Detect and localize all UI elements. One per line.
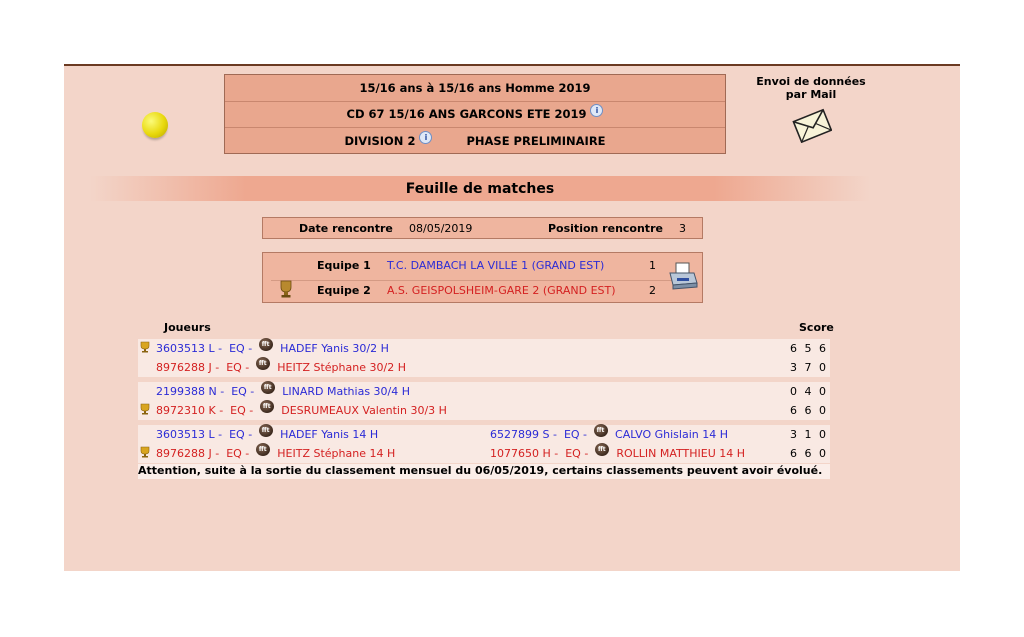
- ranking-warning: Attention, suite à la sortie du classeme…: [138, 464, 830, 479]
- player-eq: EQ -: [226, 447, 250, 460]
- position-label: Position rencontre: [548, 222, 663, 235]
- player-row-team1: 2199388 N - EQ - fft LINARD Mathias 30/4…: [156, 381, 410, 398]
- meeting-info-box: Date rencontre 08/05/2019 Position renco…: [262, 217, 703, 239]
- player-eq: EQ -: [231, 385, 255, 398]
- competition-age-line: 15/16 ans à 15/16 ans Homme 2019: [225, 75, 725, 102]
- player-license[interactable]: 6527899 S -: [490, 428, 557, 441]
- date-value: 08/05/2019: [409, 222, 473, 235]
- player-name[interactable]: ROLLIN MATTHIEU 14 H: [616, 447, 745, 460]
- info-icon[interactable]: i: [590, 103, 604, 117]
- teams-divider: [271, 280, 694, 281]
- competition-age-text: 15/16 ans à 15/16 ans Homme 2019: [359, 81, 591, 95]
- competition-name-line: CD 67 15/16 ANS GARCONS ETE 2019 i: [225, 101, 725, 128]
- match-row: 2199388 N - EQ - fft LINARD Mathias 30/4…: [138, 381, 830, 401]
- send-mail-label[interactable]: Envoi de données par Mail: [752, 75, 870, 101]
- info-icon[interactable]: i: [419, 130, 433, 144]
- envelope-icon[interactable]: [792, 107, 832, 143]
- player-row-team2: 8972310 K - EQ - fft DESRUMEAUX Valentin…: [156, 400, 447, 417]
- send-mail-line2: par Mail: [785, 88, 837, 101]
- score-header: Score: [799, 321, 834, 334]
- trophy-icon: [140, 403, 150, 415]
- player-name[interactable]: HADEF Yanis 14 H: [280, 428, 378, 441]
- player-row-team1: 3603513 L - EQ - fft HADEF Yanis 30/2 H: [156, 338, 389, 355]
- match-row: 3603513 L - EQ - fft HADEF Yanis 14 H 65…: [138, 424, 830, 444]
- division-phase-line: DIVISION 2 i PHASE PRELIMINAIRE: [225, 128, 725, 154]
- player-license[interactable]: 8976288 J -: [156, 447, 219, 460]
- tennis-ball-icon: [142, 112, 168, 138]
- team1-label: Equipe 1: [317, 259, 371, 272]
- fft-badge-icon: fft: [260, 381, 275, 394]
- player-eq: EQ -: [229, 428, 253, 441]
- match-score: 3 1 0: [790, 428, 828, 441]
- player-row-team2: 8976288 J - EQ - fft HEITZ Stéphane 14 H: [156, 443, 395, 460]
- match-row: 3603513 L - EQ - fft HADEF Yanis 30/2 H …: [138, 338, 830, 358]
- match-score: 3 7 0: [790, 361, 828, 374]
- player-license[interactable]: 3603513 L -: [156, 428, 222, 441]
- player-name[interactable]: HADEF Yanis 30/2 H: [280, 342, 389, 355]
- fft-badge-icon: fft: [258, 424, 273, 437]
- player-name[interactable]: DESRUMEAUX Valentin 30/3 H: [281, 404, 447, 417]
- partner-row-team1: 6527899 S - EQ - fft CALVO Ghislain 14 H: [490, 424, 728, 441]
- match-score: 6 5 6: [790, 342, 828, 355]
- send-mail-line1: Envoi de données: [756, 75, 866, 88]
- player-license[interactable]: 2199388 N -: [156, 385, 224, 398]
- players-header: Joueurs: [164, 321, 211, 334]
- competition-header: 15/16 ans à 15/16 ans Homme 2019 CD 67 1…: [224, 74, 726, 154]
- player-eq: EQ -: [226, 361, 250, 374]
- player-eq: EQ -: [229, 342, 253, 355]
- player-license[interactable]: 3603513 L -: [156, 342, 222, 355]
- team2-label: Equipe 2: [317, 284, 371, 297]
- match-group: 2199388 N - EQ - fft LINARD Mathias 30/4…: [138, 381, 830, 420]
- match-row: 8976288 J - EQ - fft HEITZ Stéphane 14 H…: [138, 443, 830, 463]
- fft-badge-icon: fft: [259, 400, 274, 413]
- player-license[interactable]: 1077650 H -: [490, 447, 558, 460]
- partner-row-team2: 1077650 H - EQ - fft ROLLIN MATTHIEU 14 …: [490, 443, 745, 460]
- trophy-icon: [140, 446, 150, 458]
- section-title: Feuille de matches: [405, 180, 555, 197]
- team1-name[interactable]: T.C. DAMBACH LA VILLE 1 (GRAND EST): [387, 259, 604, 272]
- division-text: DIVISION 2: [344, 134, 416, 148]
- player-eq: EQ -: [565, 447, 589, 460]
- player-name[interactable]: CALVO Ghislain 14 H: [615, 428, 728, 441]
- competition-name-text: CD 67 15/16 ANS GARCONS ETE 2019: [346, 107, 587, 121]
- player-license[interactable]: 8976288 J -: [156, 361, 219, 374]
- position-value: 3: [679, 222, 686, 235]
- trophy-icon: [140, 341, 150, 353]
- printer-icon[interactable]: [667, 261, 699, 293]
- team1-score: 1: [649, 259, 656, 272]
- player-name[interactable]: LINARD Mathias 30/4 H: [282, 385, 410, 398]
- fft-badge-icon: fft: [255, 443, 270, 456]
- fft-badge-icon: fft: [255, 357, 270, 370]
- player-row-team1: 3603513 L - EQ - fft HADEF Yanis 14 H: [156, 424, 378, 441]
- team2-name[interactable]: A.S. GEISPOLSHEIM-GARE 2 (GRAND EST): [387, 284, 616, 297]
- player-license[interactable]: 8972310 K -: [156, 404, 223, 417]
- team2-score: 2: [649, 284, 656, 297]
- match-score: 0 4 0: [790, 385, 828, 398]
- player-eq: EQ -: [230, 404, 254, 417]
- date-label: Date rencontre: [299, 222, 393, 235]
- match-group: 3603513 L - EQ - fft HADEF Yanis 14 H 65…: [138, 424, 830, 463]
- fft-badge-icon: fft: [594, 443, 609, 456]
- teams-box: Equipe 1 T.C. DAMBACH LA VILLE 1 (GRAND …: [262, 252, 703, 303]
- player-eq: EQ -: [563, 428, 588, 441]
- phase-text: PHASE PRELIMINAIRE: [466, 134, 606, 148]
- match-row: 8972310 K - EQ - fft DESRUMEAUX Valentin…: [138, 400, 830, 420]
- fft-badge-icon: fft: [593, 424, 608, 437]
- section-band: Feuille de matches: [90, 176, 870, 201]
- match-group: 3603513 L - EQ - fft HADEF Yanis 30/2 H …: [138, 338, 830, 377]
- match-score: 6 6 0: [790, 447, 828, 460]
- player-row-team2: 8976288 J - EQ - fft HEITZ Stéphane 30/2…: [156, 357, 406, 374]
- match-row: 8976288 J - EQ - fft HEITZ Stéphane 30/2…: [138, 357, 830, 377]
- match-score: 6 6 0: [790, 404, 828, 417]
- player-name[interactable]: HEITZ Stéphane 14 H: [277, 447, 395, 460]
- trophy-icon: [280, 280, 292, 298]
- fft-badge-icon: fft: [258, 338, 273, 351]
- player-name[interactable]: HEITZ Stéphane 30/2 H: [277, 361, 406, 374]
